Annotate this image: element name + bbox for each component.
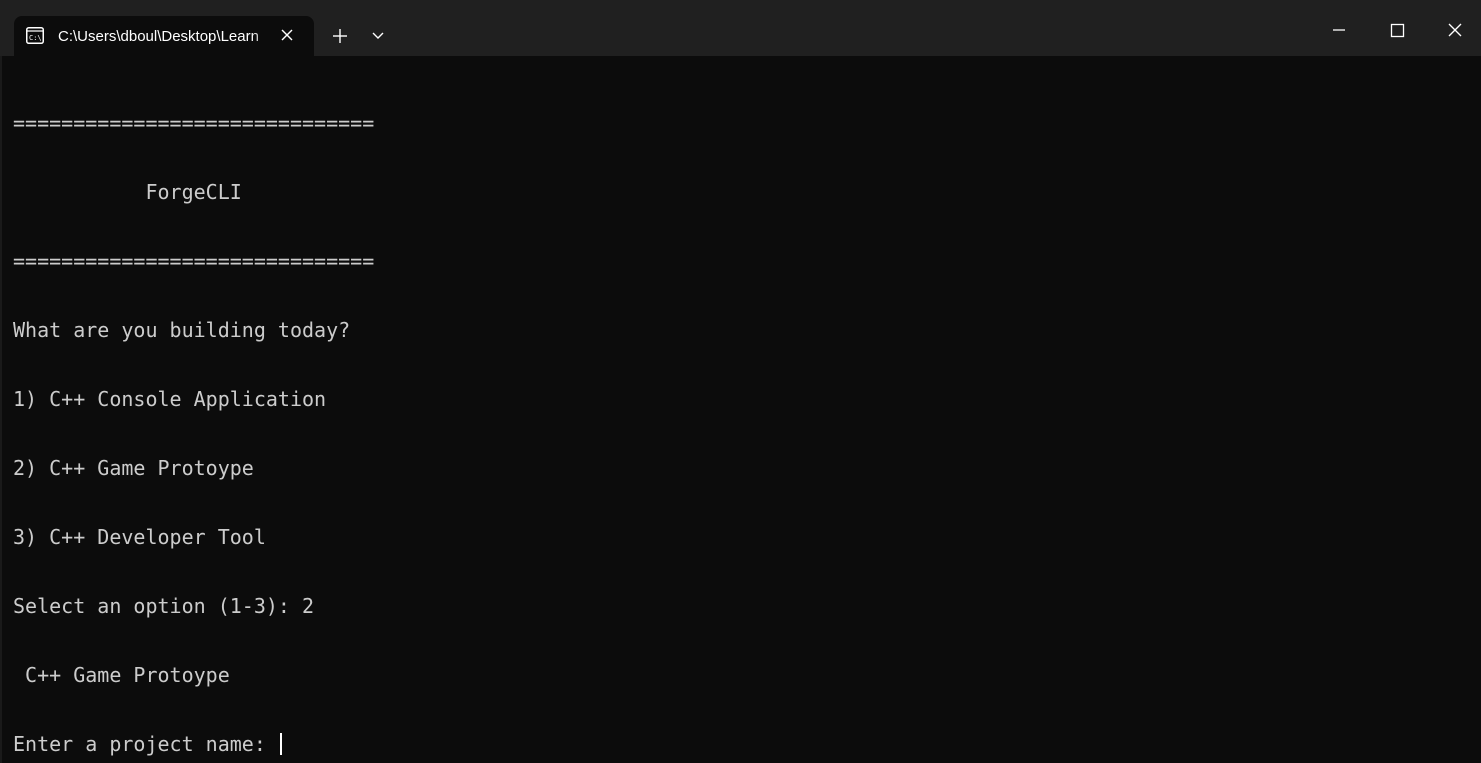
profile-dropdown-button[interactable] bbox=[364, 22, 392, 50]
terminal-output[interactable]: ============================== ForgeCLI … bbox=[13, 66, 1473, 756]
text-cursor bbox=[279, 733, 282, 755]
question-text: What are you building today? bbox=[13, 318, 351, 342]
menu-option-2: 2) C++ Game Protoype bbox=[13, 456, 254, 480]
menu-option-3: 3) C++ Developer Tool bbox=[13, 525, 266, 549]
tab-title: C:\Users\dboul\Desktop\Learn bbox=[58, 28, 259, 45]
close-icon bbox=[1432, 12, 1478, 48]
title-bar[interactable]: C:\ C:\Users\dboul\Desktop\Learn bbox=[0, 0, 1481, 56]
window-edge bbox=[0, 56, 2, 763]
terminal-icon: C:\ bbox=[26, 27, 44, 44]
minimize-icon bbox=[1316, 12, 1362, 48]
chevron-down-icon bbox=[364, 22, 392, 50]
maximize-icon bbox=[1374, 12, 1420, 48]
terminal-window: C:\ C:\Users\dboul\Desktop\Learn =======… bbox=[0, 0, 1481, 763]
new-tab-button[interactable] bbox=[326, 22, 354, 50]
maximize-button[interactable] bbox=[1374, 12, 1420, 48]
project-name-prompt-line[interactable]: Enter a project name: bbox=[13, 733, 1473, 756]
menu-option-1: 1) C++ Console Application bbox=[13, 387, 327, 411]
plus-icon bbox=[326, 22, 354, 50]
tab-terminal[interactable]: C:\ C:\Users\dboul\Desktop\Learn bbox=[14, 16, 314, 56]
project-name-prompt: Enter a project name: bbox=[13, 732, 278, 756]
close-window-button[interactable] bbox=[1432, 12, 1478, 48]
tab-close-icon[interactable] bbox=[278, 26, 296, 44]
svg-text:C:\: C:\ bbox=[29, 34, 42, 42]
banner-bottom-rule: ============================== bbox=[13, 249, 375, 273]
banner-top-rule: ============================== bbox=[13, 111, 375, 135]
selection-line: Select an option (1-3): 2 bbox=[13, 594, 315, 618]
banner-title: ForgeCLI bbox=[13, 180, 242, 204]
minimize-button[interactable] bbox=[1316, 12, 1362, 48]
selection-echo: C++ Game Protoype bbox=[13, 663, 230, 687]
